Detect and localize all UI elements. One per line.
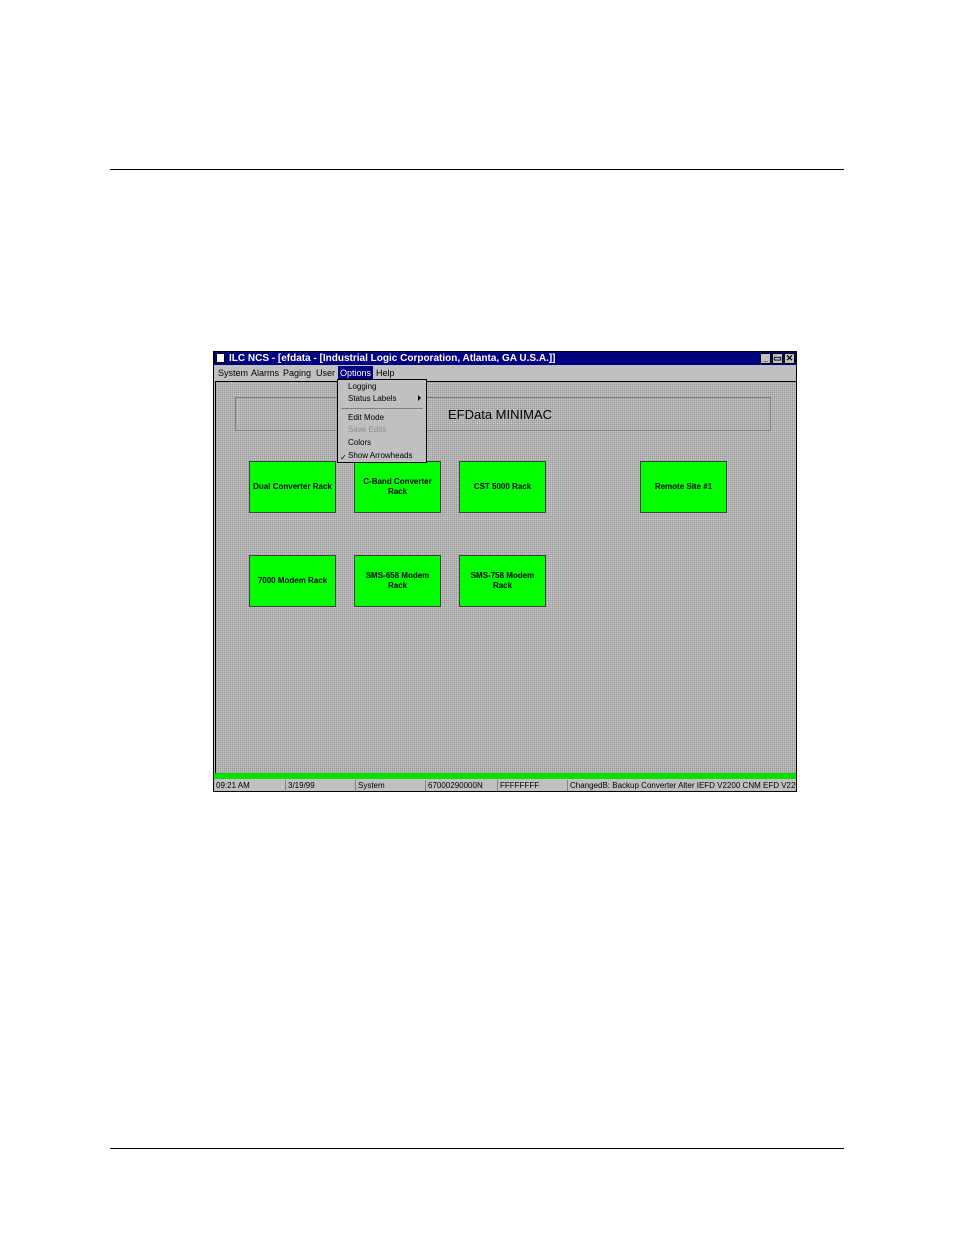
menu-alarms[interactable]: Alarms xyxy=(249,366,281,380)
status-time: 09:21 AM xyxy=(214,780,286,791)
status-user: System xyxy=(356,780,426,791)
rack-sms-658-modem[interactable]: SMS-658 Modem Rack xyxy=(354,555,441,607)
status-hex: FFFFFFFF xyxy=(498,780,568,791)
rack-label: CST 5000 Rack xyxy=(473,482,532,491)
rack-label: C-Band Converter Rack xyxy=(363,477,432,496)
rack-cst-5000[interactable]: CST 5000 Rack xyxy=(459,461,546,513)
rack-label: Remote Site #1 xyxy=(654,482,713,491)
site-banner: EFData MINIMAC xyxy=(235,397,771,431)
menu-item-save-edits: Save Edits xyxy=(348,425,387,434)
rack-remote-site-1[interactable]: Remote Site #1 xyxy=(640,461,727,513)
checkmark-icon: ✓ xyxy=(340,453,347,462)
app-icon[interactable] xyxy=(216,353,225,363)
status-bar: 09:21 AM 3/19/99 System 67000290000N FFF… xyxy=(214,780,796,791)
status-code: 67000290000N xyxy=(426,780,498,791)
restore-button[interactable]: ▭ xyxy=(772,353,783,364)
close-button[interactable]: ✕ xyxy=(784,353,795,364)
rack-c-band-converter[interactable]: C-Band Converter Rack xyxy=(354,461,441,513)
status-message: ChangedB: Backup Converter Alter IEFD V2… xyxy=(570,781,796,790)
menu-bar: System Alarms Paging User Options Help xyxy=(214,366,796,380)
rack-sms-758-modem[interactable]: SMS-758 Modem Rack xyxy=(459,555,546,607)
submenu-arrow-icon xyxy=(418,395,421,401)
page-rule-bottom xyxy=(110,1148,844,1149)
title-bar[interactable]: ILC NCS - [efdata - [Industrial Logic Co… xyxy=(214,352,796,365)
menu-item-show-arrowheads[interactable]: Show Arrowheads xyxy=(348,450,412,462)
rack-7000-modem[interactable]: 7000 Modem Rack xyxy=(249,555,336,607)
window-title: ILC NCS - [efdata - [Industrial Logic Co… xyxy=(229,353,556,364)
app-window: ILC NCS - [efdata - [Industrial Logic Co… xyxy=(213,351,797,792)
rack-label: SMS-658 Modem Rack xyxy=(365,571,430,590)
menu-user[interactable]: User xyxy=(314,366,337,380)
menu-system[interactable]: System xyxy=(216,366,250,380)
rack-label: 7000 Modem Rack xyxy=(257,576,328,585)
status-indicator-strip xyxy=(214,773,796,779)
options-dropdown-menu: Logging Status Labels Edit Mode Save Edi… xyxy=(337,379,427,463)
menu-help[interactable]: Help xyxy=(374,366,397,380)
minimize-button[interactable]: _ xyxy=(760,353,771,364)
site-title: EFData MINIMAC xyxy=(448,407,553,422)
menu-options[interactable]: Options xyxy=(338,366,374,380)
rack-dual-converter[interactable]: Dual Converter Rack xyxy=(249,461,336,513)
network-map-area: EFData MINIMAC Dual Converter Rack C-Ban… xyxy=(215,381,796,773)
menu-separator xyxy=(341,408,423,409)
rack-label: SMS-758 Modem Rack xyxy=(470,571,535,590)
rack-label: Dual Converter Rack xyxy=(253,482,332,491)
status-date: 3/19/99 xyxy=(286,780,356,791)
page-rule-top xyxy=(110,169,844,170)
menu-item-status-labels[interactable]: Status Labels xyxy=(348,393,396,405)
menu-item-edit-mode[interactable]: Edit Mode xyxy=(348,412,384,424)
menu-item-colors[interactable]: Colors xyxy=(348,437,371,449)
menu-item-logging[interactable]: Logging xyxy=(348,381,376,393)
menu-paging[interactable]: Paging xyxy=(281,366,313,380)
